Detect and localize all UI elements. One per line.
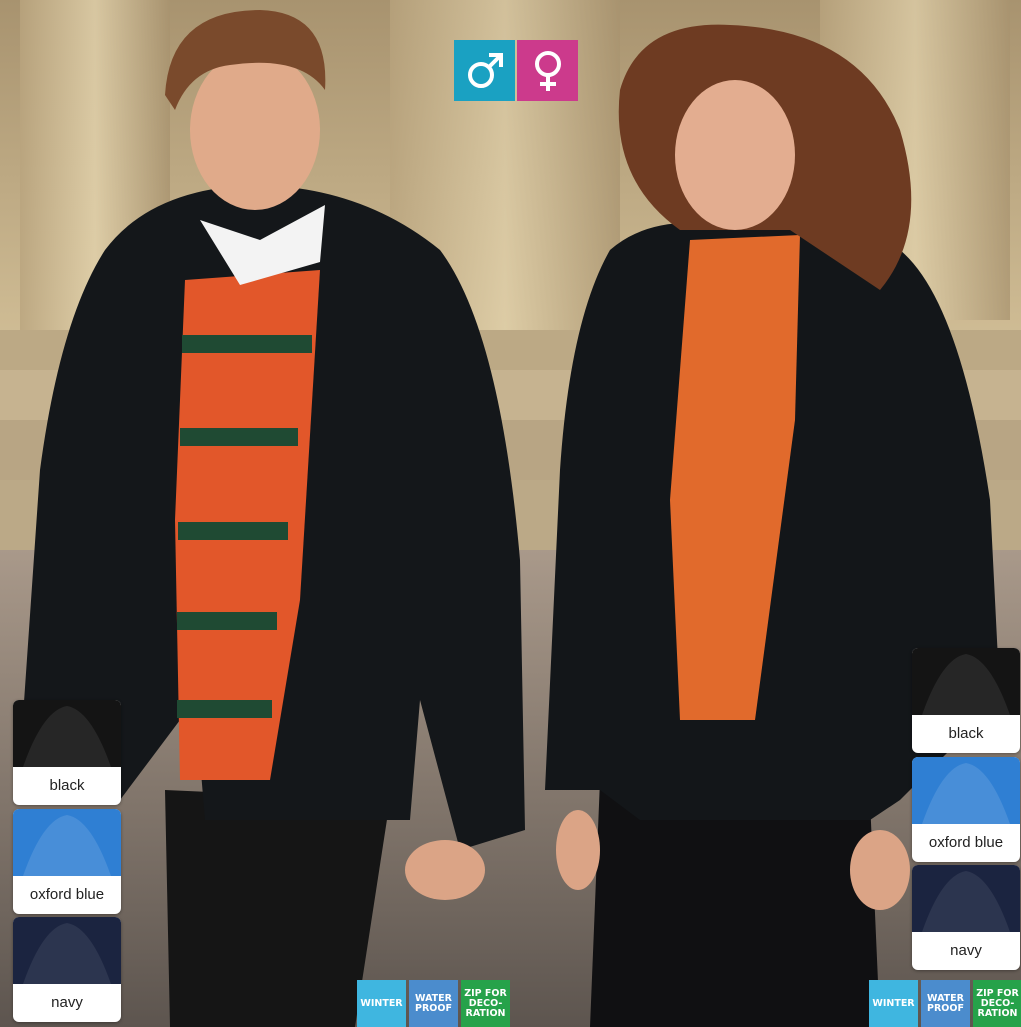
color-swatch-navy-right[interactable]: navy	[912, 865, 1020, 970]
jacket-thumbnail	[13, 917, 121, 984]
swatch-label: navy	[950, 942, 982, 959]
swatch-label: black	[49, 777, 85, 794]
waterproof-badge: WATER PROOF	[409, 980, 458, 1027]
color-swatch-oxford-blue-left[interactable]: oxford blue	[13, 809, 121, 914]
jacket-thumbnail	[912, 865, 1020, 932]
color-swatch-black-right[interactable]: black	[912, 648, 1020, 753]
zip-for-decoration-badge: ZIP FOR DECO- RATION	[973, 980, 1021, 1027]
jacket-thumbnail	[13, 809, 121, 876]
jacket-thumbnail	[13, 700, 121, 767]
winter-badge: WINTER	[357, 980, 406, 1027]
color-swatch-oxford-blue-right[interactable]: oxford blue	[912, 757, 1020, 862]
zip-for-decoration-badge: ZIP FOR DECO- RATION	[461, 980, 510, 1027]
product-photo	[0, 0, 1021, 1027]
jacket-thumbnail	[912, 648, 1020, 715]
color-swatch-navy-left[interactable]: navy	[13, 917, 121, 1022]
swatch-label: black	[948, 725, 984, 742]
swatch-label: oxford blue	[928, 834, 1004, 851]
waterproof-badge: WATER PROOF	[921, 980, 970, 1027]
feature-badges-right: WINTER WATER PROOF ZIP FOR DECO- RATION	[869, 980, 1021, 1027]
female-symbol-icon	[517, 40, 578, 101]
feature-badges-left: WINTER WATER PROOF ZIP FOR DECO- RATION	[357, 980, 510, 1027]
jacket-thumbnail	[912, 757, 1020, 824]
swatch-label: oxford blue	[29, 886, 105, 903]
winter-badge: WINTER	[869, 980, 918, 1027]
male-symbol-icon	[454, 40, 515, 101]
swatch-label: navy	[51, 994, 83, 1011]
color-swatch-black-left[interactable]: black	[13, 700, 121, 805]
